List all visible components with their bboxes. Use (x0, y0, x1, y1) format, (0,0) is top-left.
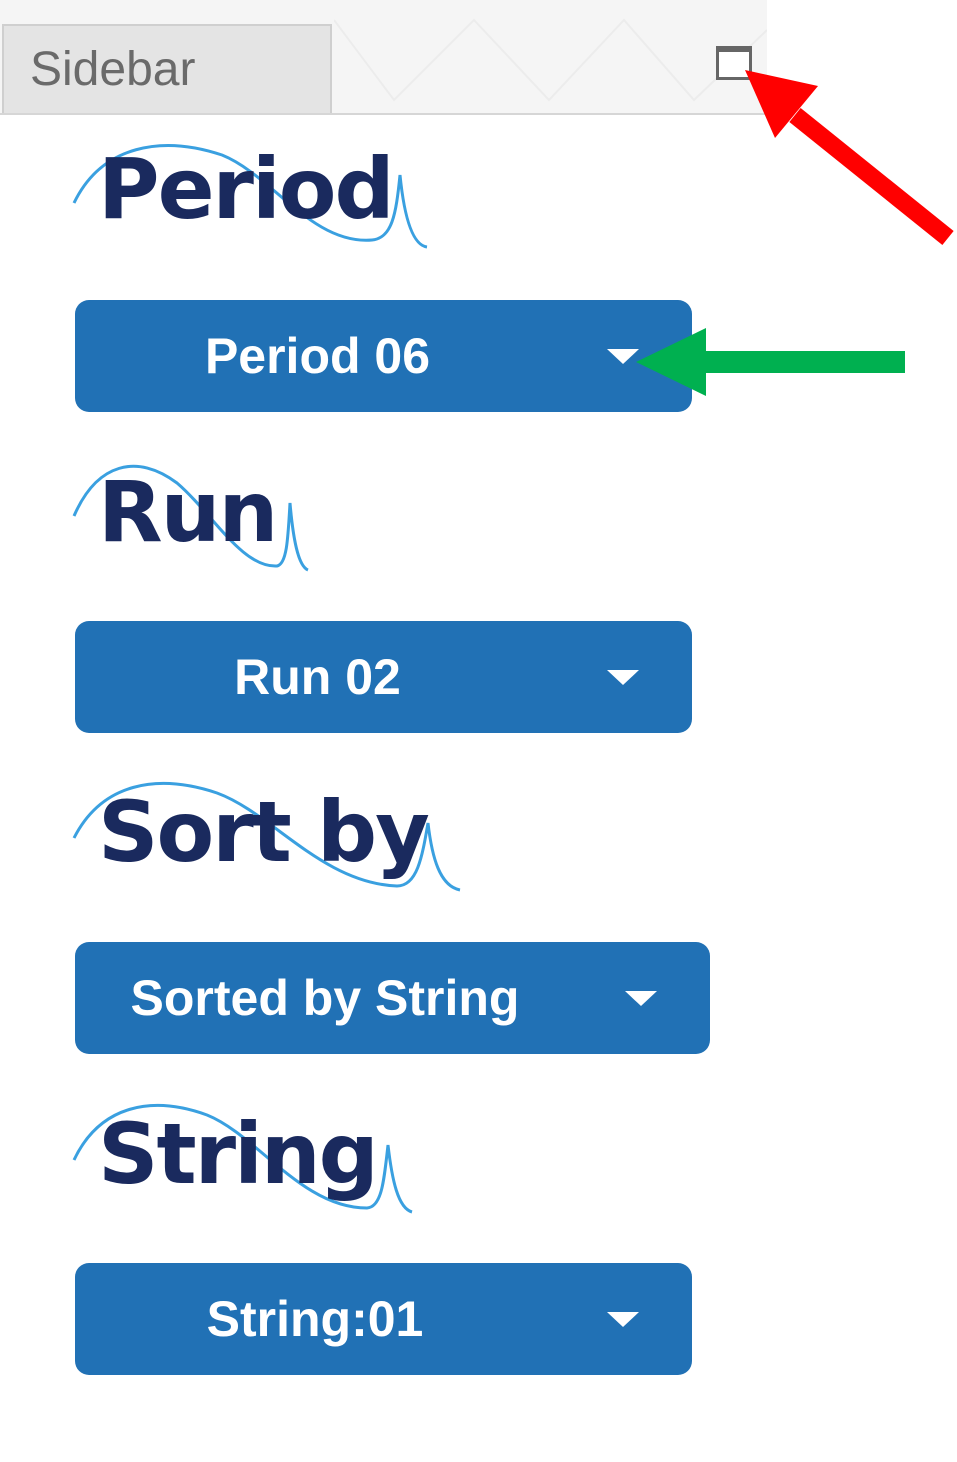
window-maximize-icon[interactable] (716, 46, 752, 80)
caret-down-icon (625, 991, 657, 1006)
section-heading-sort-by: Sort by (72, 778, 467, 898)
period-dropdown[interactable]: Period 06 (75, 300, 692, 412)
heading-text: Sort by (98, 783, 430, 881)
heading-text: Run (98, 463, 278, 561)
run-dropdown[interactable]: Run 02 (75, 621, 692, 733)
section-heading-run: Run (72, 458, 312, 578)
caret-down-icon (607, 1312, 639, 1327)
heading-text: Period (98, 140, 395, 238)
header-background-pattern (334, 18, 767, 102)
red-arrow-annotation (745, 70, 954, 246)
sort-by-dropdown-value: Sorted by String (130, 970, 520, 1026)
heading-text: String (98, 1105, 379, 1203)
sidebar-tab[interactable]: Sidebar (2, 24, 332, 113)
caret-down-icon (607, 349, 639, 364)
caret-down-icon (607, 670, 639, 685)
string-dropdown-value: String:01 (206, 1291, 424, 1347)
sidebar-header-bar: Sidebar (0, 0, 767, 115)
string-dropdown[interactable]: String:01 (75, 1263, 692, 1375)
section-heading-period: Period (72, 135, 432, 255)
period-dropdown-value: Period 06 (204, 328, 431, 384)
run-dropdown-value: Run 02 (234, 649, 401, 705)
sidebar-tab-label: Sidebar (30, 43, 196, 96)
sort-by-dropdown[interactable]: Sorted by String (75, 942, 710, 1054)
section-heading-string: String (72, 1100, 417, 1220)
